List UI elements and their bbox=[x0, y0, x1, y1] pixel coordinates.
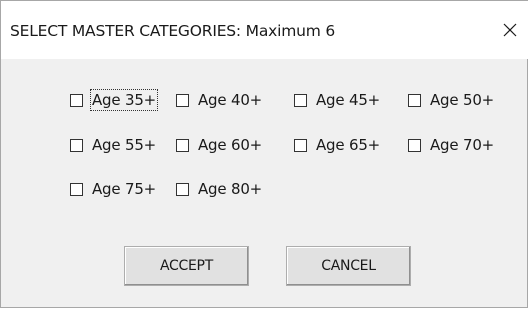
checkbox-age-75[interactable]: Age 75+ bbox=[70, 177, 158, 201]
checkbox-label: Age 80+ bbox=[198, 180, 263, 198]
dialog-title: SELECT MASTER CATEGORIES: Maximum 6 bbox=[10, 22, 336, 40]
checkbox-age-65[interactable]: Age 65+ bbox=[294, 133, 382, 157]
accept-button[interactable]: ACCEPT bbox=[124, 246, 249, 286]
checkbox-box[interactable] bbox=[294, 93, 307, 107]
checkbox-age-80[interactable]: Age 80+ bbox=[176, 177, 264, 201]
select-categories-dialog: SELECT MASTER CATEGORIES: Maximum 6 Age … bbox=[0, 0, 528, 308]
close-button[interactable] bbox=[495, 15, 525, 45]
checkbox-age-45[interactable]: Age 45+ bbox=[294, 88, 382, 112]
checkbox-age-70[interactable]: Age 70+ bbox=[408, 133, 496, 157]
checkbox-label: Age 45+ bbox=[316, 91, 381, 109]
checkbox-label: Age 70+ bbox=[430, 136, 495, 154]
checkbox-label: Age 35+ bbox=[90, 89, 159, 111]
checkbox-age-40[interactable]: Age 40+ bbox=[176, 88, 264, 112]
checkbox-age-50[interactable]: Age 50+ bbox=[408, 88, 496, 112]
cancel-button[interactable]: CANCEL bbox=[286, 246, 411, 286]
checkbox-age-55[interactable]: Age 55+ bbox=[70, 133, 158, 157]
checkbox-box[interactable] bbox=[176, 138, 189, 152]
checkbox-box[interactable] bbox=[70, 138, 83, 152]
title-bar: SELECT MASTER CATEGORIES: Maximum 6 bbox=[1, 1, 528, 59]
checkbox-label: Age 75+ bbox=[92, 180, 157, 198]
close-icon bbox=[503, 23, 517, 37]
checkbox-label: Age 60+ bbox=[198, 136, 263, 154]
checkbox-label: Age 55+ bbox=[92, 136, 157, 154]
checkbox-label: Age 40+ bbox=[198, 91, 263, 109]
checkbox-box[interactable] bbox=[294, 138, 307, 152]
checkbox-age-35[interactable]: Age 35+ bbox=[70, 88, 159, 112]
checkbox-box[interactable] bbox=[176, 182, 189, 196]
checkbox-box[interactable] bbox=[176, 93, 189, 107]
checkbox-box[interactable] bbox=[70, 93, 83, 107]
checkbox-box[interactable] bbox=[408, 93, 421, 107]
checkbox-box[interactable] bbox=[70, 182, 83, 196]
checkbox-age-60[interactable]: Age 60+ bbox=[176, 133, 264, 157]
checkbox-label: Age 65+ bbox=[316, 136, 381, 154]
checkbox-label: Age 50+ bbox=[430, 91, 495, 109]
checkbox-box[interactable] bbox=[408, 138, 421, 152]
